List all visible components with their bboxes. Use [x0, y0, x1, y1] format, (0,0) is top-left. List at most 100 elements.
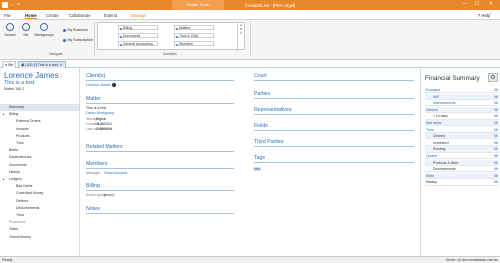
sidebar-item[interactable]: Invoices [0, 126, 79, 133]
expand-toggle-icon[interactable]: ▲ [2, 111, 5, 118]
client-link[interactable]: Lorence James ✓ [86, 83, 116, 87]
matter-type-link[interactable]: Demo Workgroup [86, 111, 114, 115]
sidebar-item-label: Debtors [16, 198, 29, 203]
quick-access-undo-icon[interactable]: ↶ [17, 2, 20, 7]
sidebar-item[interactable]: Transit Money [0, 234, 79, 241]
gallery-item-general-accounting[interactable]: General Accounting [118, 41, 158, 46]
financial-row-amount[interactable]: Nil [494, 120, 498, 126]
tag-pill[interactable]: test [253, 167, 262, 171]
my-business-button[interactable]: My Business [63, 28, 88, 32]
sidebar-item[interactable]: Briefs [0, 147, 79, 154]
sidebar-item[interactable]: Summary [0, 104, 79, 111]
tab-home[interactable]: Home [25, 13, 37, 19]
financial-row-name: Billed [426, 173, 435, 178]
financial-row-amount[interactable]: Nil [494, 133, 498, 139]
doc-tab-matter[interactable]: ▣ [100-2] This is a test. ✕ [18, 61, 66, 68]
tab-collaborate[interactable]: Collaborate [69, 13, 90, 18]
tab-extend[interactable]: Extend [104, 13, 117, 18]
maximize-button[interactable]: ☐ [475, 1, 479, 7]
gallery-item-workflow[interactable]: Workflow [174, 41, 214, 46]
financial-row-amount[interactable]: Nil [494, 166, 498, 172]
gallery-item-trust-cma[interactable]: Trust & CMA [174, 33, 214, 38]
financial-row-amount[interactable]: Nil [494, 100, 498, 106]
doc-tab-me[interactable]: ● Me [2, 61, 17, 68]
sidebar-item[interactable]: Bad Debts [0, 183, 79, 190]
financial-row-name: Exposure [426, 88, 441, 92]
financial-row-name: Debtors [426, 107, 438, 112]
ribbon-collapse-icon[interactable]: ˆ [490, 12, 491, 17]
tab-manage[interactable]: Manage [131, 13, 146, 18]
financial-row-name: Disbursements [433, 167, 456, 172]
matter-sidebar: Lorence James This is a test. Matter 100… [0, 69, 80, 256]
help-button[interactable]: ? Help [478, 13, 490, 18]
sidebar-item[interactable]: Time [0, 140, 79, 147]
sidebar-item[interactable]: Documents [0, 162, 79, 169]
financial-row-amount[interactable]: Nil [494, 153, 498, 159]
matter-title-value: This is a test. [86, 106, 108, 110]
matter-summary: Client(s) Lorence James ✓ Matter This is … [80, 69, 418, 256]
financial-summary-panel: Financial Summary ⚙ Exposure Nil WIP Nil Dis… [420, 69, 500, 256]
sidebar-item[interactable]: ▲ Ledgers [0, 176, 79, 183]
financial-row-amount[interactable]: Nil [494, 173, 498, 179]
tab-create[interactable]: Create [46, 13, 59, 18]
manager-link[interactable]: Guest Account [104, 171, 127, 175]
context-tab-matter-tools[interactable]: Matter Tools [172, 0, 224, 10]
expand-toggle-icon[interactable]: ▲ [2, 176, 5, 183]
title-bar: ▪ ↶ Matter Tools ContactsLive - [PEH Leg… [0, 0, 500, 10]
client-link-label: Lorence James [86, 83, 111, 87]
tags-heading: Tags [254, 155, 414, 162]
ribbon-tabs: File Home Create Collaborate Extend Mana… [0, 10, 500, 20]
quick-access-save-icon[interactable]: ▪ [11, 2, 12, 7]
sidebar-item-label: Dependencies [9, 155, 32, 160]
close-button[interactable]: ✕ [489, 1, 493, 7]
financial-row-amount[interactable]: Nil [494, 107, 498, 113]
financial-row-name: WIP [433, 94, 440, 99]
financial-row-name: > 14 days [433, 114, 448, 119]
financial-row-amount[interactable]: Nil [494, 87, 498, 93]
sidebar-item[interactable]: Disbursements [0, 205, 79, 212]
tab-file[interactable]: File [4, 13, 11, 18]
sidebar-item[interactable]: Debtors [0, 198, 79, 205]
gallery-scroll[interactable]: ▲ ▼ ▾ [237, 23, 244, 51]
my-subscription-button[interactable]: My Subscription [63, 38, 93, 42]
sidebar-item[interactable]: Trust [0, 212, 79, 219]
matter-heading: Matter [86, 96, 234, 103]
sidebar-item[interactable]: Tasks [0, 226, 79, 233]
sidebar-item-label: Products [16, 133, 30, 138]
sidebar-item[interactable]: Dependencies [0, 154, 79, 161]
search-button[interactable]: Search [3, 23, 17, 37]
sidebar-item[interactable]: Processes [0, 219, 79, 226]
created-on-value: 11/6/2024 [96, 122, 112, 126]
financial-row-amount[interactable]: Nil [494, 160, 498, 166]
my-subscription-label: My Subscription [67, 38, 94, 42]
close-icon[interactable]: ✕ [59, 63, 63, 67]
workgroups-button[interactable]: Workgroups [33, 23, 55, 37]
financial-row-name: Trust [426, 127, 434, 132]
financial-row-amount[interactable]: Nil [494, 94, 498, 100]
client-name: Lorence James [4, 71, 59, 80]
financial-row-amount[interactable]: Nil [494, 127, 498, 133]
me-button[interactable]: Me [19, 23, 33, 37]
minimize-button[interactable]: — [462, 1, 467, 7]
financial-row-amount[interactable]: Nil [494, 140, 498, 146]
financial-row-amount[interactable]: Nil [494, 146, 498, 152]
sidebar-item[interactable]: Products [0, 133, 79, 140]
sidebar-item[interactable]: ▲ Billing [0, 111, 79, 118]
gallery-item-documents[interactable]: Documents [118, 33, 158, 38]
gallery-item-billing[interactable]: Billing [118, 25, 158, 30]
gallery-item-matters[interactable]: Matters [174, 25, 214, 30]
financial-row-amount[interactable]: Nil [494, 113, 498, 119]
sidebar-item-label: Bad Debts [16, 184, 33, 189]
financial-row-amount[interactable]: Nil [494, 179, 498, 185]
check-icon: ✓ [111, 83, 116, 87]
sidebar-item-label: Disbursements [16, 205, 40, 210]
sidebar-item-label: History [9, 169, 20, 174]
billing-heading: Billing [86, 183, 234, 190]
status-ready: Ready [2, 258, 13, 263]
business-icon [63, 28, 66, 32]
help-label: Help [481, 12, 490, 18]
sidebar-item[interactable]: History [0, 169, 79, 176]
sidebar-item[interactable]: Controlled Money [0, 190, 79, 197]
sidebar-item[interactable]: External Orders [0, 118, 79, 125]
settings-gear-icon[interactable]: ⚙ [488, 73, 498, 82]
